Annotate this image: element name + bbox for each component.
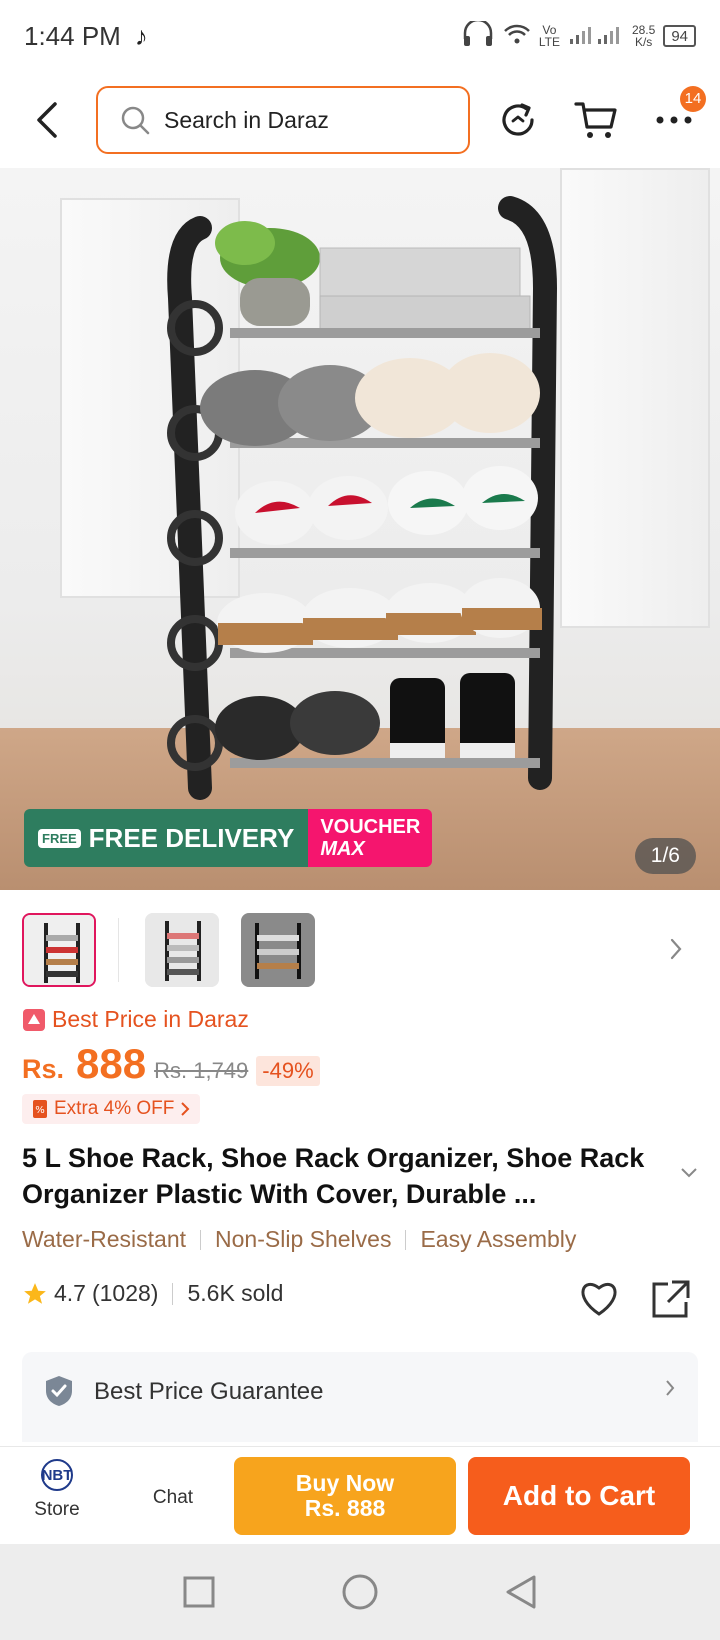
action-bar: NBT Store Chat Buy Now Rs. 888 Add to Ca… [0, 1446, 720, 1544]
chevron-right-icon [181, 1102, 190, 1116]
extra-off-text: Extra 4% OFF [54, 1098, 175, 1119]
star-icon [24, 1282, 46, 1304]
refresh-button[interactable] [490, 92, 546, 148]
refresh-icon [502, 103, 534, 136]
network-type: Vo LTE [539, 24, 560, 48]
feature-item: Water-Resistant [22, 1226, 187, 1252]
free-delivery-banner: FREE FREE DELIVERY VOUCHER MAX [24, 809, 433, 867]
signal-icon [568, 23, 624, 50]
rating-divider [172, 1282, 174, 1305]
feature-item: Non-Slip Shelves [215, 1226, 392, 1252]
chevron-right-icon [670, 938, 682, 960]
discount-badge: -49% [256, 1056, 320, 1086]
thumbnail-image [145, 913, 219, 987]
buy-now-price: Rs. 888 [304, 1495, 386, 1521]
status-indicators: Vo LTE 28.5 K/s 94 [461, 18, 696, 52]
best-price-text: Best Price in Daraz [52, 1006, 249, 1032]
chat-label: Chat [152, 1487, 194, 1508]
notification-badge: 14 [680, 86, 706, 112]
best-price-label[interactable]: Best Price in Daraz [22, 1006, 249, 1033]
sold-count: 5.6K sold [187, 1280, 284, 1306]
store-logo: NBT [41, 1459, 73, 1491]
network-bottom: LTE [538, 35, 560, 49]
rating-row[interactable]: 4.7 (1028) 5.6K sold [22, 1280, 283, 1307]
heart-icon [581, 1282, 617, 1316]
voucher-max-badge: VOUCHER MAX [308, 809, 433, 867]
more-icon [656, 116, 692, 124]
voucher-icon: % [33, 1100, 47, 1118]
share-icon [652, 1280, 690, 1318]
store-button[interactable]: NBT Store [24, 1459, 90, 1521]
search-icon [121, 106, 150, 135]
chevron-down-icon [681, 1168, 697, 1178]
free-delivery-label: FREE FREE DELIVERY [24, 809, 309, 867]
feature-divider [200, 1229, 202, 1250]
thumbnail-1[interactable] [22, 913, 96, 987]
thumbnail-next-button[interactable] [668, 936, 684, 967]
thumbnail-divider [118, 918, 119, 982]
delivery-truck-icon: FREE [38, 828, 81, 848]
share-button[interactable] [650, 1278, 692, 1325]
top-nav: 14 [0, 72, 720, 168]
review-count: (1028) [91, 1280, 159, 1306]
more-options-button[interactable]: 14 [646, 86, 706, 148]
voucher-max-text: MAX [320, 838, 365, 860]
best-price-icon [23, 1008, 45, 1031]
voucher-text: VOUCHER [320, 816, 421, 838]
speed-unit: K/s [634, 35, 653, 49]
product-features: Water-Resistant Non-Slip Shelves Easy As… [22, 1226, 576, 1253]
cart-button[interactable] [568, 92, 624, 148]
tiktok-icon: ♪ [134, 20, 148, 51]
rating-value: 4.7 [54, 1280, 86, 1306]
cart-icon [574, 102, 617, 138]
svg-text:%: % [35, 1105, 45, 1116]
recent-apps-icon[interactable] [182, 1575, 216, 1609]
home-icon[interactable] [341, 1573, 379, 1611]
thumbnail-strip [22, 912, 702, 988]
shoe-rack-illustration [167, 196, 558, 800]
network-speed: 28.5 K/s [632, 24, 655, 48]
title-expand-button[interactable] [680, 1166, 698, 1184]
wifi-icon [503, 23, 531, 50]
battery-icon: 94 [663, 25, 696, 47]
price-row: Rs. 888 Rs. 1,749 -49% [22, 1040, 320, 1088]
headphones-icon [461, 18, 495, 52]
extra-off-voucher[interactable]: % Extra 4% OFF [22, 1094, 201, 1124]
back-button[interactable] [16, 88, 80, 152]
price-current: 888 [76, 1040, 147, 1087]
thumbnail-2[interactable] [145, 913, 219, 987]
back-nav-icon[interactable] [504, 1574, 538, 1610]
price-currency: Rs. [22, 1054, 65, 1084]
search-input[interactable] [164, 106, 424, 134]
guarantee-label: Best Price Guarantee [94, 1378, 324, 1405]
status-bar: 1:44 PM ♪ Vo LTE 28.5 K/s 94 [0, 0, 720, 72]
buy-now-button[interactable]: Buy Now Rs. 888 [234, 1457, 456, 1535]
wishlist-button[interactable] [578, 1278, 620, 1323]
thumbnail-3[interactable] [241, 913, 315, 987]
add-to-cart-button[interactable]: Add to Cart [468, 1457, 690, 1535]
price-original: Rs. 1,749 [154, 1058, 249, 1083]
store-label: Store [34, 1499, 80, 1520]
search-bar[interactable] [96, 86, 470, 154]
thumbnail-image [241, 913, 315, 987]
free-delivery-text: FREE DELIVERY [88, 822, 295, 853]
buy-now-label: Buy Now [295, 1470, 395, 1496]
image-counter: 1/6 [634, 838, 696, 874]
feature-item: Easy Assembly [420, 1226, 577, 1252]
chat-button[interactable]: Chat [140, 1487, 206, 1509]
system-nav-bar [0, 1544, 720, 1640]
shield-icon [46, 1376, 72, 1406]
back-arrow-icon [37, 102, 57, 138]
product-title[interactable]: 5 L Shoe Rack, Shoe Rack Organizer, Shoe… [22, 1140, 662, 1212]
product-image[interactable]: FREE FREE DELIVERY VOUCHER MAX 1/6 [0, 168, 720, 890]
best-price-guarantee[interactable]: Best Price Guarantee [22, 1352, 698, 1442]
chevron-right-icon [666, 1380, 675, 1396]
thumbnail-image [24, 915, 94, 985]
status-time: 1:44 PM [24, 20, 121, 51]
feature-divider [405, 1229, 407, 1250]
